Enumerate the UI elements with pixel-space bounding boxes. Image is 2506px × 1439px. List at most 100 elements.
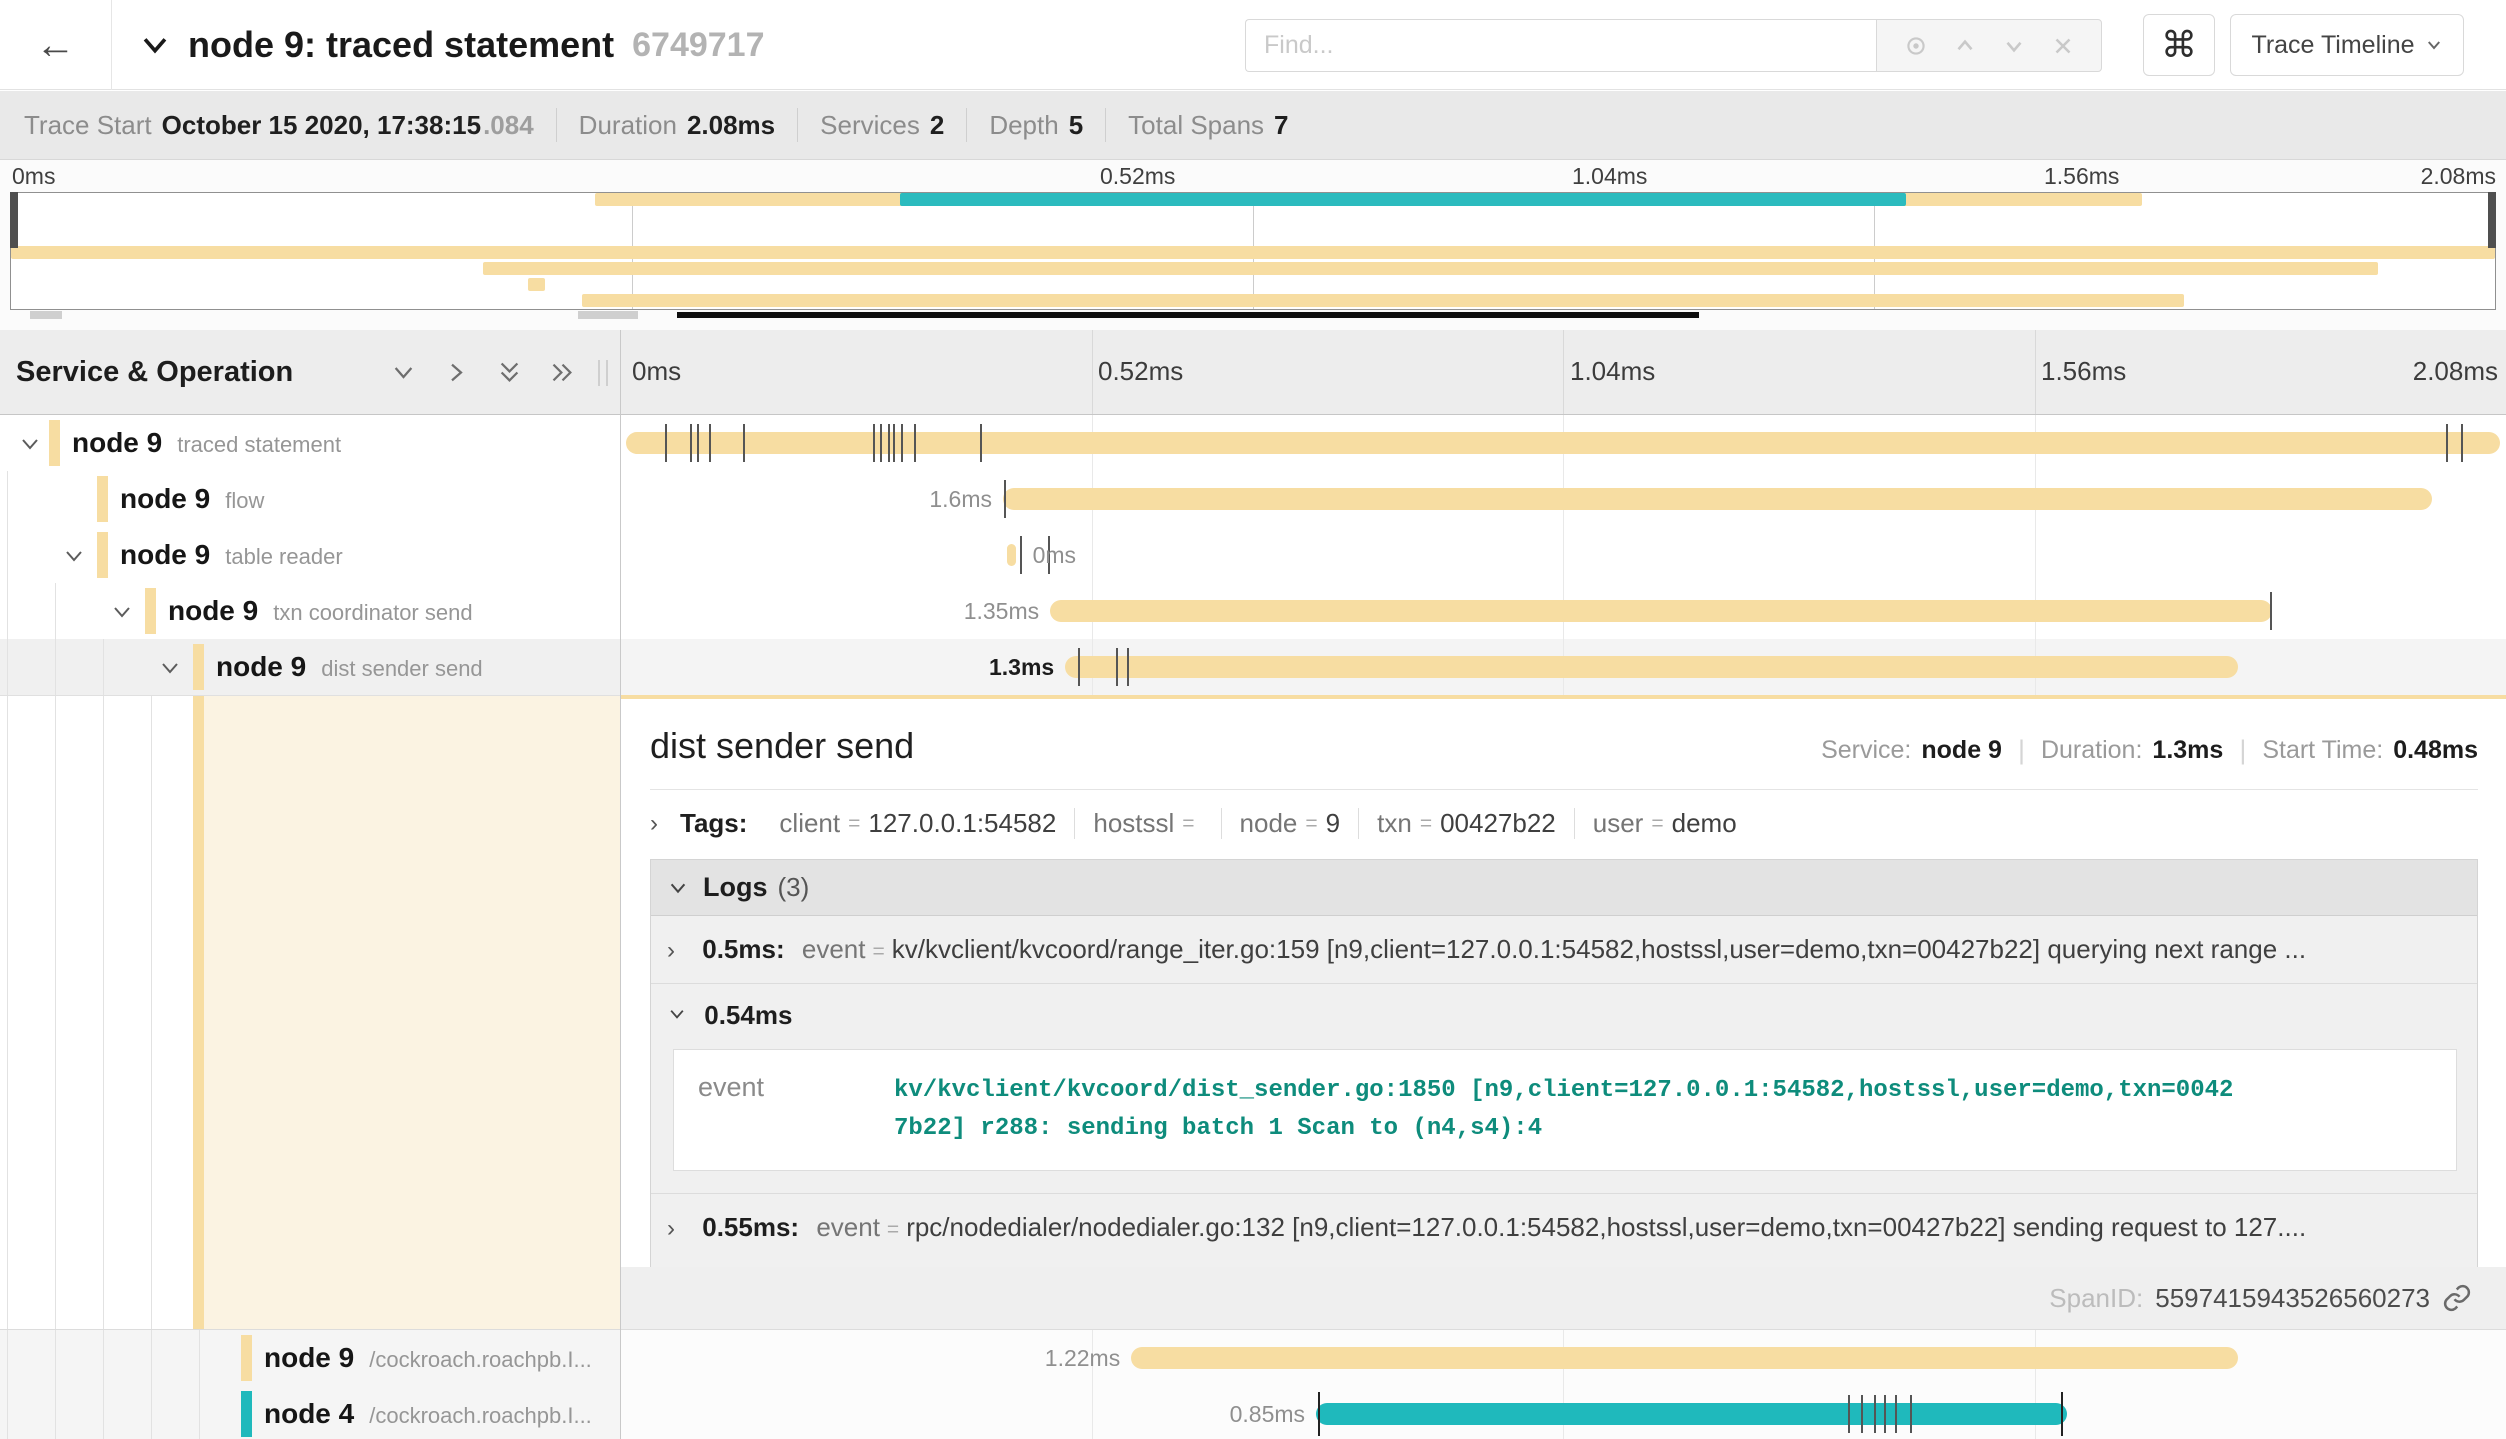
span-color-bar (241, 1391, 252, 1437)
expand-one-icon[interactable] (443, 359, 470, 386)
clear-search-icon[interactable] (2050, 33, 2076, 59)
minimap-span (11, 246, 2495, 259)
axis-tick-label: 2.08ms (2413, 356, 2498, 387)
tag-node: node=9 (1222, 808, 1360, 839)
find-input[interactable] (1245, 19, 1876, 72)
span-timeline-cell[interactable]: 1.3ms (620, 639, 2506, 695)
next-match-icon[interactable] (2001, 33, 2027, 59)
service-name: node 9 (120, 483, 210, 514)
minimap-span (483, 262, 2378, 275)
minimap-tick: 2.08ms (2421, 163, 2496, 190)
span-row-traced-statement: node 9 traced statement (0, 415, 2506, 471)
span-row-node4-roachpb: node 4/cockroach.roachpb.I... 0.85ms (0, 1386, 2506, 1439)
minimap-time-axis: 0ms 0.52ms 1.04ms 1.56ms 2.08ms (0, 163, 2506, 189)
span-row-node9-roachpb: node 9/cockroach.roachpb.I... 1.22ms (0, 1330, 2506, 1386)
span-id-row: SpanID: 5597415943526560273 (620, 1267, 2506, 1329)
jaeger-trace-view: ← node 9: traced statement 6749717 ⌘ Tra… (0, 0, 2506, 1439)
minimap-scrollbar[interactable] (677, 312, 1699, 318)
span-timeline-cell[interactable]: 1.22ms (620, 1330, 2506, 1386)
column-divider[interactable] (620, 330, 621, 1439)
span-duration-label: 1.22ms (1036, 1345, 1129, 1372)
log-entry-0.5ms[interactable]: › 0.5ms: event=kv/kvclient/kvcoord/range… (651, 916, 2477, 984)
axis-tick-label: 0.52ms (1098, 356, 1183, 387)
span-duration-label: 1.6ms (920, 486, 1001, 513)
link-icon[interactable] (2442, 1283, 2472, 1313)
log-entry-0.55ms[interactable]: › 0.55ms: event=rpc/nodedialer/nodediale… (651, 1193, 2477, 1261)
tags-toggle[interactable]: › Tags: client=127.0.0.1:54582 hostssl= … (650, 808, 2478, 839)
logs-toggle[interactable]: Logs (3) (651, 860, 2477, 916)
divider (650, 789, 2478, 790)
span-row-dist-sender-send: node 9dist sender send 1.3ms (0, 639, 2506, 695)
log-markers (620, 639, 2506, 695)
chevron-down-icon (667, 877, 689, 899)
span-color-bar (145, 588, 156, 634)
span-duration-label: 1.35ms (955, 598, 1048, 625)
span-tree-cell[interactable]: node 9 flow (0, 471, 620, 527)
span-row-txn-coordinator-send: node 9txn coordinator send 1.35ms (0, 583, 2506, 639)
range-handle-right[interactable] (2488, 192, 2496, 248)
trace-start: Trace Start October 15 2020, 17:38:15.08… (24, 108, 557, 142)
service-operation-title: Service & Operation (16, 356, 293, 389)
span-tree-cell[interactable]: node 4/cockroach.roachpb.I... (0, 1386, 620, 1439)
span-timeline-cell[interactable] (620, 415, 2506, 471)
log-entry-toggle[interactable]: 0.54ms (651, 984, 2477, 1041)
span-tree-cell[interactable]: node 9table reader (0, 527, 620, 583)
minimap-scrub-mark[interactable] (30, 311, 62, 319)
chevron-right-icon: › (667, 937, 685, 965)
selected-span-highlight (204, 696, 620, 1329)
prev-match-icon[interactable] (1952, 33, 1978, 59)
operation-name: flow (225, 488, 264, 513)
column-resize-grip[interactable] (598, 360, 608, 386)
timeline-axis-header: 0ms 0.52ms 1.04ms 1.56ms 2.08ms (620, 330, 2506, 414)
span-bar[interactable] (1131, 1347, 2238, 1369)
service-name: node 9 (264, 1342, 354, 1373)
span-color-bar (97, 532, 108, 578)
span-tree-cell[interactable]: node 9dist sender send (0, 639, 620, 695)
trace-title-wrap[interactable]: node 9: traced statement 6749717 (138, 0, 765, 90)
span-color-bar (241, 1335, 252, 1381)
chevron-down-icon[interactable] (158, 656, 182, 680)
chevron-down-icon (667, 1004, 687, 1024)
operation-name: table reader (225, 544, 342, 569)
operation-name: txn coordinator send (273, 600, 472, 625)
axis-gridline (2035, 330, 2036, 414)
log-markers (620, 527, 2506, 583)
service-name: node 9 (72, 427, 162, 458)
span-timeline-cell[interactable]: 1.35ms (620, 583, 2506, 639)
span-detail-meta: Service:node 9 | Duration:1.3ms | Start … (1821, 735, 2478, 766)
operation-name: traced statement (177, 432, 341, 457)
range-handle-left[interactable] (10, 192, 18, 248)
tag-user: user=demo (1575, 808, 1755, 839)
span-timeline-cell[interactable]: 1.6ms (620, 471, 2506, 527)
span-timeline-cell[interactable]: 0.85ms (620, 1386, 2506, 1439)
tag-client: client=127.0.0.1:54582 (761, 808, 1075, 839)
span-tree-cell[interactable]: node 9txn coordinator send (0, 583, 620, 639)
log-markers (620, 471, 2506, 527)
service-name: node 4 (264, 1398, 354, 1429)
tag-txn: txn=00427b22 (1359, 808, 1575, 839)
chevron-down-icon[interactable] (138, 28, 172, 62)
columns-header: Service & Operation 0ms 0.52ms 1.04ms 1.… (0, 330, 2506, 415)
minimap-tick: 0.52ms (1100, 163, 1175, 190)
collapse-one-icon[interactable] (390, 359, 417, 386)
service-operation-header: Service & Operation (0, 330, 620, 414)
chevron-down-icon[interactable] (110, 600, 134, 624)
keyboard-shortcuts-button[interactable]: ⌘ (2143, 14, 2215, 76)
locate-icon[interactable] (1903, 33, 1929, 59)
chevron-down-icon[interactable] (18, 432, 42, 456)
span-timeline-cell[interactable]: 0ms (620, 527, 2506, 583)
log-markers (620, 583, 2506, 639)
expand-all-icon[interactable] (549, 359, 576, 386)
span-detail-left-gutter (0, 695, 620, 1329)
span-detail-title: dist sender send (650, 725, 914, 767)
minimap-span (900, 193, 1906, 206)
chevron-down-icon[interactable] (62, 544, 86, 568)
span-tree-cell[interactable]: node 9 traced statement (0, 415, 620, 471)
minimap-canvas[interactable] (10, 192, 2496, 310)
back-button[interactable]: ← (0, 0, 112, 90)
span-row-table-reader: node 9table reader 0ms (0, 527, 2506, 583)
minimap-scrub-mark[interactable] (578, 311, 638, 319)
span-tree-cell[interactable]: node 9/cockroach.roachpb.I... (0, 1330, 620, 1386)
view-selector-button[interactable]: Trace Timeline (2230, 14, 2464, 76)
collapse-all-icon[interactable] (496, 359, 523, 386)
